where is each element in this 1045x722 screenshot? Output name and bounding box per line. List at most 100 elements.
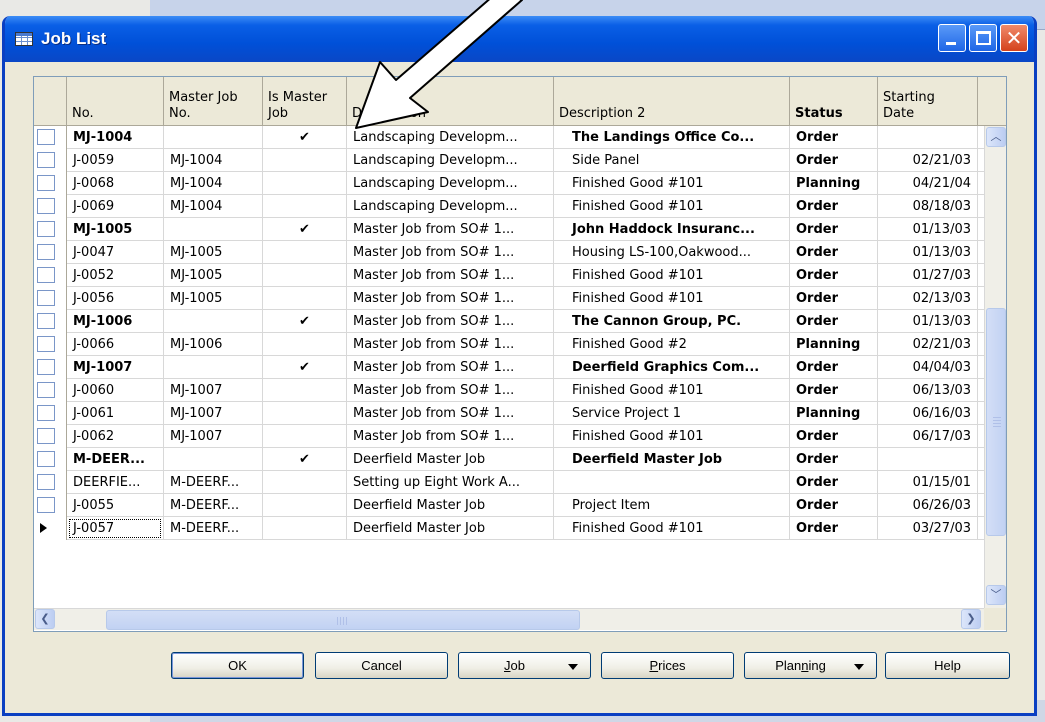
date-cell[interactable]: 06/17/03 [878, 425, 978, 448]
no-cell[interactable]: DEERFIE... [67, 471, 164, 494]
header-no[interactable]: No. [67, 77, 164, 126]
no-cell[interactable]: MJ-1006 [67, 310, 164, 333]
no-cell[interactable]: J-0060 [67, 379, 164, 402]
desc2-cell[interactable]: The Cannon Group, PC. [554, 310, 790, 333]
master-cell[interactable] [164, 126, 263, 149]
table-row[interactable]: MJ-1007 ✔ Master Job from SO# 1... Deerfiel… [34, 356, 984, 379]
status-cell[interactable]: Order [790, 195, 878, 218]
horizontal-scrollbar[interactable]: ❮ ❯ [34, 608, 984, 630]
table-row[interactable]: J-0047 MJ-1005 Master Job from SO# 1... Hou… [34, 241, 984, 264]
prices-button[interactable]: Prices [601, 652, 734, 679]
is-master-job-cell[interactable] [263, 379, 347, 402]
master-cell[interactable]: MJ-1007 [164, 425, 263, 448]
status-cell[interactable]: Order [790, 287, 878, 310]
desc-cell[interactable]: Landscaping Developm... [347, 149, 554, 172]
scroll-left-button[interactable]: ❮ [35, 609, 55, 629]
desc-cell[interactable]: Master Job from SO# 1... [347, 218, 554, 241]
no-cell[interactable]: MJ-1007 [67, 356, 164, 379]
desc-cell[interactable]: Master Job from SO# 1... [347, 287, 554, 310]
master-cell[interactable]: MJ-1007 [164, 379, 263, 402]
row-selector[interactable] [34, 264, 67, 287]
maximize-button[interactable] [969, 24, 997, 52]
no-cell[interactable]: J-0055 [67, 494, 164, 517]
is-master-job-cell[interactable] [263, 172, 347, 195]
is-master-job-cell[interactable]: ✔ [263, 218, 347, 241]
is-master-job-cell[interactable] [263, 425, 347, 448]
date-cell[interactable]: 01/13/03 [878, 241, 978, 264]
row-selector[interactable] [34, 448, 67, 471]
no-cell[interactable]: J-0059 [67, 149, 164, 172]
help-button[interactable]: Help [885, 652, 1010, 679]
date-cell[interactable]: 04/04/03 [878, 356, 978, 379]
is-master-job-cell[interactable]: ✔ [263, 448, 347, 471]
desc2-cell[interactable]: Service Project 1 [554, 402, 790, 425]
row-selector[interactable] [34, 241, 67, 264]
date-cell[interactable]: 03/27/03 [878, 517, 978, 540]
master-cell[interactable]: M-DEERF... [164, 517, 263, 540]
desc-cell[interactable]: Setting up Eight Work A... [347, 471, 554, 494]
is-master-job-cell[interactable] [263, 402, 347, 425]
table-row[interactable]: MJ-1006 ✔ Master Job from SO# 1... The Cann… [34, 310, 984, 333]
date-cell[interactable]: 02/13/03 [878, 287, 978, 310]
no-cell[interactable]: J-0057 [67, 517, 164, 540]
status-cell[interactable]: Order [790, 264, 878, 287]
horizontal-scroll-thumb[interactable] [106, 610, 580, 630]
desc-cell[interactable]: Deerfield Master Job [347, 494, 554, 517]
table-row[interactable]: J-0069 MJ-1004 Landscaping Developm... Fini… [34, 195, 984, 218]
table-row[interactable]: DEERFIE... M-DEERF... Setting up Eight Wor… [34, 471, 984, 494]
row-selector[interactable] [34, 195, 67, 218]
is-master-job-cell[interactable]: ✔ [263, 356, 347, 379]
is-master-job-cell[interactable] [263, 195, 347, 218]
scroll-right-button[interactable]: ❯ [961, 609, 981, 629]
master-cell[interactable] [164, 356, 263, 379]
desc-cell[interactable]: Landscaping Developm... [347, 195, 554, 218]
desc2-cell[interactable]: Side Panel [554, 149, 790, 172]
cancel-button[interactable]: Cancel [315, 652, 448, 679]
no-cell[interactable]: J-0069 [67, 195, 164, 218]
planning-menu-button[interactable]: Planning [744, 652, 877, 679]
status-cell[interactable]: Order [790, 471, 878, 494]
desc2-cell[interactable]: Finished Good #101 [554, 379, 790, 402]
desc-cell[interactable]: Deerfield Master Job [347, 448, 554, 471]
no-cell[interactable]: MJ-1005 [67, 218, 164, 241]
status-cell[interactable]: Order [790, 310, 878, 333]
status-cell[interactable]: Order [790, 149, 878, 172]
header-status[interactable]: Status [790, 77, 878, 126]
no-cell[interactable]: J-0052 [67, 264, 164, 287]
table-row[interactable]: J-0068 MJ-1004 Landscaping Developm... Fini… [34, 172, 984, 195]
desc-cell[interactable]: Master Job from SO# 1... [347, 264, 554, 287]
is-master-job-cell[interactable] [263, 287, 347, 310]
header-master-job-no[interactable]: Master Job No. [164, 77, 263, 126]
vertical-scrollbar[interactable]: ︿ ﹀ [984, 126, 1006, 608]
desc-cell[interactable]: Landscaping Developm... [347, 172, 554, 195]
date-cell[interactable]: 04/21/04 [878, 172, 978, 195]
desc2-cell[interactable]: Finished Good #101 [554, 517, 790, 540]
desc2-cell[interactable]: Finished Good #101 [554, 172, 790, 195]
no-cell[interactable]: J-0068 [67, 172, 164, 195]
table-row[interactable]: M-DEER... ✔ Deerfield Master Job Deerfield … [34, 448, 984, 471]
job-menu-button[interactable]: Job [458, 652, 591, 679]
status-cell[interactable]: Order [790, 126, 878, 149]
header-description-2[interactable]: Description 2 [554, 77, 790, 126]
no-cell[interactable]: M-DEER... [67, 448, 164, 471]
desc-cell[interactable]: Master Job from SO# 1... [347, 310, 554, 333]
desc-cell[interactable]: Master Job from SO# 1... [347, 356, 554, 379]
master-cell[interactable]: M-DEERF... [164, 494, 263, 517]
desc2-cell[interactable] [554, 471, 790, 494]
is-master-job-cell[interactable] [263, 471, 347, 494]
desc2-cell[interactable]: Finished Good #2 [554, 333, 790, 356]
row-selector[interactable] [34, 126, 67, 149]
scroll-up-button[interactable]: ︿ [986, 127, 1006, 147]
is-master-job-cell[interactable] [263, 333, 347, 356]
desc-cell[interactable]: Master Job from SO# 1... [347, 425, 554, 448]
row-selector[interactable] [34, 425, 67, 448]
desc-cell[interactable]: Master Job from SO# 1... [347, 333, 554, 356]
desc2-cell[interactable]: Housing LS-100,Oakwood... [554, 241, 790, 264]
table-row[interactable]: J-0062 MJ-1007 Master Job from SO# 1... Fin… [34, 425, 984, 448]
desc2-cell[interactable]: Deerfield Graphics Com... [554, 356, 790, 379]
date-cell[interactable]: 06/13/03 [878, 379, 978, 402]
row-selector[interactable] [34, 471, 67, 494]
table-row[interactable]: J-0057 M-DEERF... Deerfield Master Job Fini… [34, 517, 984, 540]
status-cell[interactable]: Order [790, 448, 878, 471]
no-cell[interactable]: J-0047 [67, 241, 164, 264]
